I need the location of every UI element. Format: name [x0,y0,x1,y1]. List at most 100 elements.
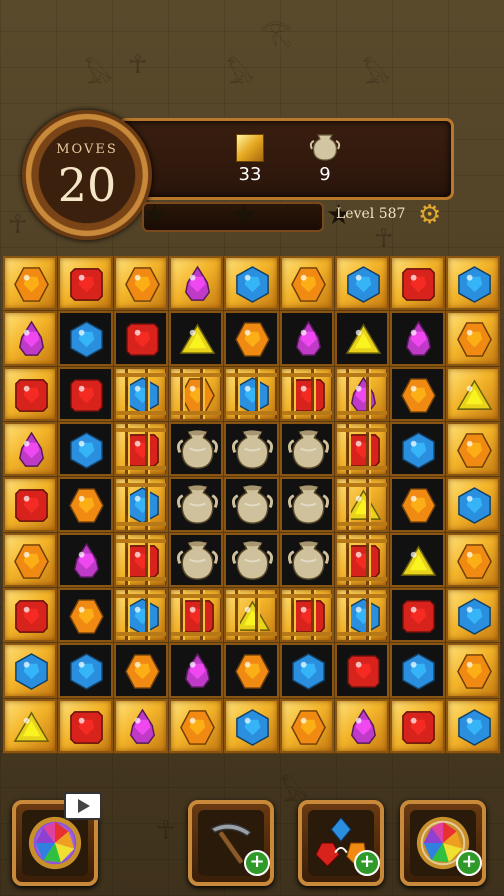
board-cell[interactable] [390,256,445,311]
hieroglyph-bird-icon: 𓅃 [362,60,391,90]
board-cell[interactable] [3,422,58,477]
board-cell[interactable] [335,698,390,753]
orange-gem-icon [69,488,105,524]
urn-icon [176,485,219,525]
board-cell[interactable] [58,588,113,643]
shuffle-booster[interactable]: + [298,800,384,886]
board-cell[interactable] [3,643,58,698]
board-cell[interactable] [279,588,334,643]
board-cell[interactable] [3,366,58,421]
board-cell[interactable] [113,532,168,587]
board-cell[interactable] [113,366,168,421]
board-cell[interactable] [390,643,445,698]
board-cell[interactable] [445,698,500,753]
board-cell[interactable] [224,366,279,421]
board-cell[interactable] [335,643,390,698]
board-cell[interactable] [224,311,279,366]
board-cell[interactable] [335,532,390,587]
board-cell[interactable] [445,643,500,698]
rainbow-orb-icon [28,816,82,870]
board-cell[interactable] [224,588,279,643]
board-cell[interactable] [224,477,279,532]
board-cell[interactable] [390,698,445,753]
yellow-gem-icon [179,323,216,355]
board-cell[interactable] [58,422,113,477]
board-cell[interactable] [3,311,58,366]
board-cell[interactable] [224,532,279,587]
board-cell[interactable] [3,698,58,753]
board-cell[interactable] [169,588,224,643]
board-cell[interactable] [279,366,334,421]
board-cell[interactable] [58,643,113,698]
rainbow-orb-plus-booster[interactable]: + [400,800,486,886]
board-cell[interactable] [445,256,500,311]
board-cell[interactable] [445,422,500,477]
board-cell[interactable] [445,311,500,366]
board-cell[interactable] [390,311,445,366]
board-cell[interactable] [169,698,224,753]
purple-gem-icon [185,652,210,689]
board-cell[interactable] [390,532,445,587]
board-cell[interactable] [3,477,58,532]
board-cell[interactable] [390,477,445,532]
board-cell[interactable] [279,698,334,753]
board-cell[interactable] [445,477,500,532]
board-cell[interactable] [3,532,58,587]
board-cell[interactable] [335,422,390,477]
red-gem-icon [291,378,325,412]
board-cell[interactable] [224,698,279,753]
board-cell[interactable] [58,532,113,587]
board-cell[interactable] [335,366,390,421]
board-cell[interactable] [279,532,334,587]
board-cell[interactable] [279,256,334,311]
board-cell[interactable] [113,256,168,311]
gold-tile-goal-count: 33 [238,164,262,185]
urn-goal-count: 9 [319,164,331,185]
purple-gem-icon [185,265,210,301]
board-cell[interactable] [279,311,334,366]
board-cell[interactable] [113,422,168,477]
yellow-gem-icon [400,545,437,576]
board-cell[interactable] [335,311,390,366]
board-cell[interactable] [279,477,334,532]
purple-gem-icon [74,542,100,578]
board-cell[interactable] [3,588,58,643]
board-cell[interactable] [113,643,168,698]
video-ad-icon[interactable] [64,792,102,820]
board-cell[interactable] [390,588,445,643]
board-cell[interactable] [58,698,113,753]
board-cell[interactable] [279,422,334,477]
board-cell[interactable] [390,422,445,477]
board-cell[interactable] [169,422,224,477]
board-cell[interactable] [445,366,500,421]
board-cell[interactable] [335,588,390,643]
board-cell[interactable] [224,256,279,311]
board-cell[interactable] [169,477,224,532]
board-cell[interactable] [390,366,445,421]
board-cell[interactable] [445,588,500,643]
plus-icon: + [354,850,380,876]
board-cell[interactable] [58,477,113,532]
board-cell[interactable] [58,311,113,366]
gear-icon[interactable]: ⚙ [418,200,441,230]
board-cell[interactable] [445,532,500,587]
board-cell[interactable] [58,256,113,311]
board-cell[interactable] [58,366,113,421]
board-cell[interactable] [335,256,390,311]
board-cell[interactable] [169,366,224,421]
board-cell[interactable] [169,532,224,587]
board-cell[interactable] [3,256,58,311]
pickaxe-booster[interactable]: + [188,800,274,886]
board-cell[interactable] [335,477,390,532]
board-cell[interactable] [169,643,224,698]
board-cell[interactable] [113,588,168,643]
board-cell[interactable] [224,422,279,477]
red-gem-icon [70,268,104,301]
board-cell[interactable] [224,643,279,698]
board-cell[interactable] [279,643,334,698]
board-cell[interactable] [169,256,224,311]
board-cell[interactable] [113,311,168,366]
board-cell[interactable] [113,477,168,532]
board-cell[interactable] [113,698,168,753]
board-cell[interactable] [169,311,224,366]
